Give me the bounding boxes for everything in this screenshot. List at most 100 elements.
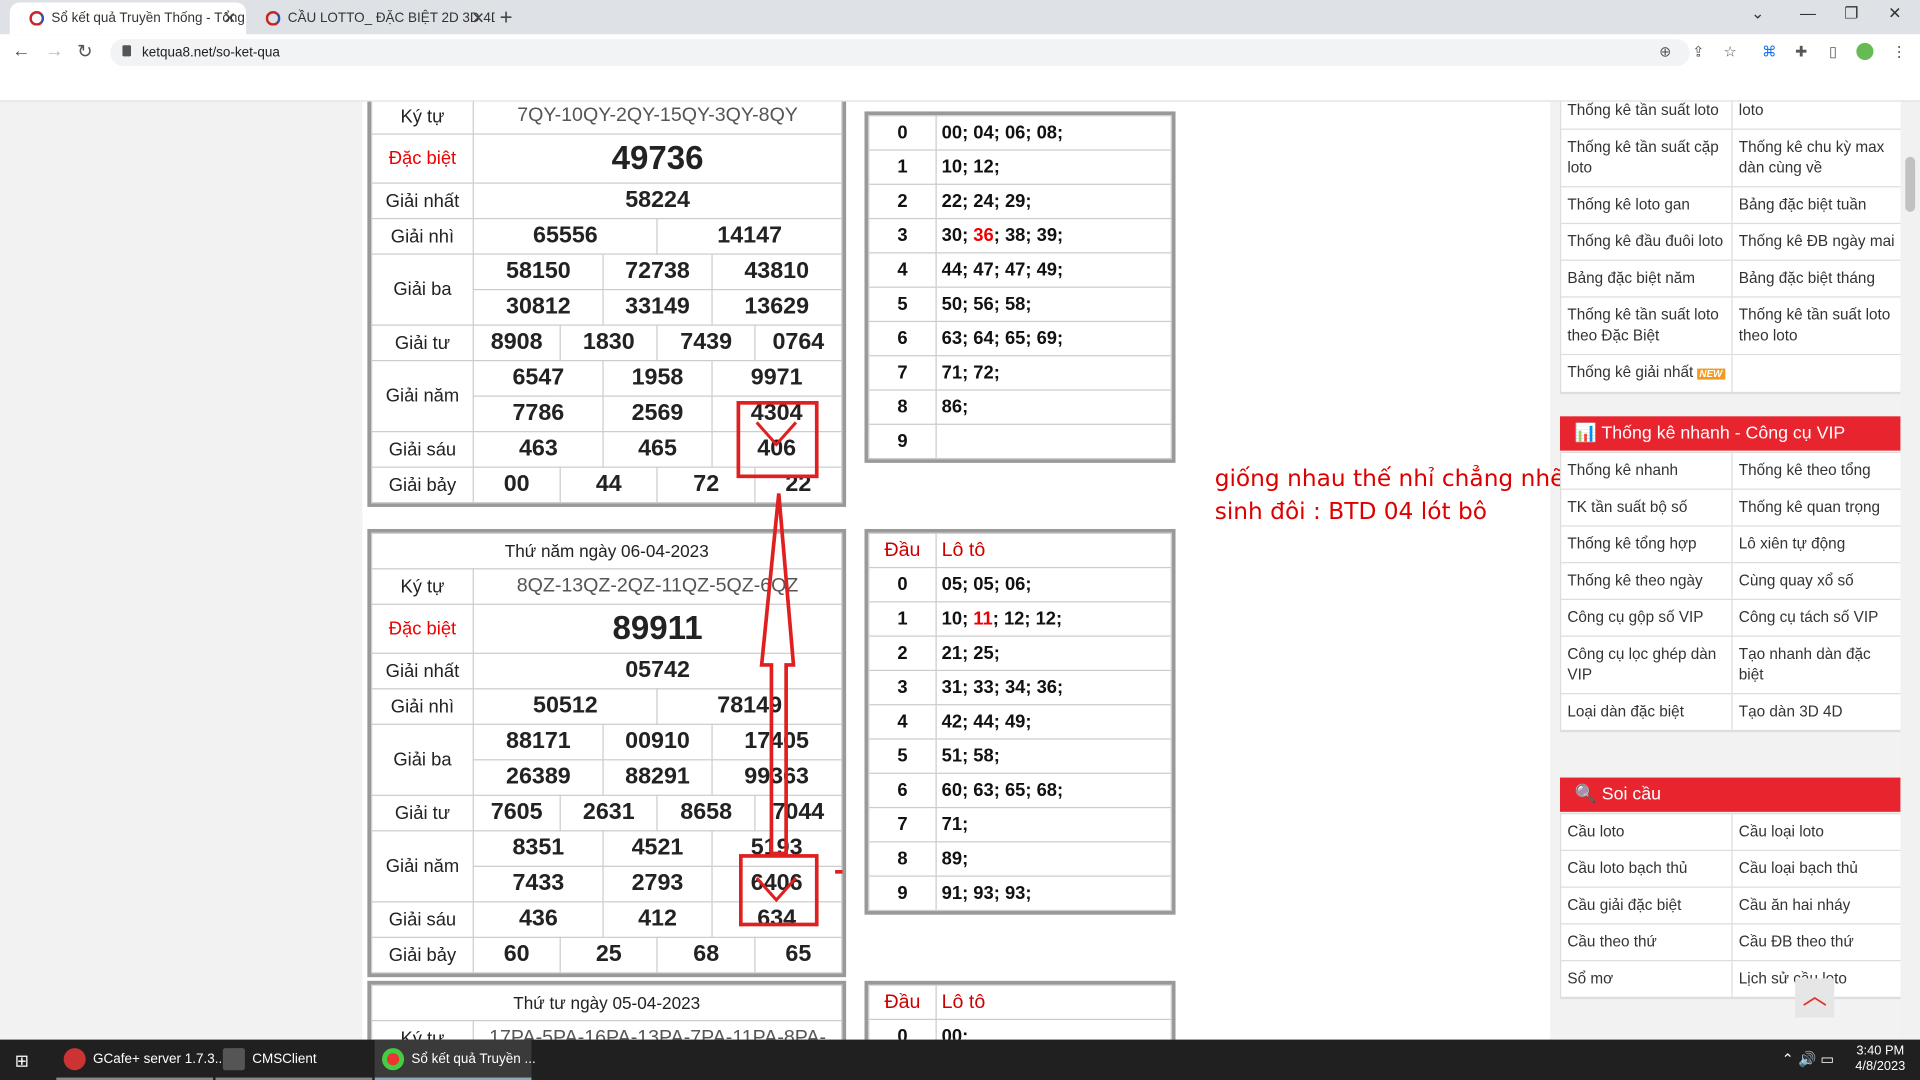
sidebar-link[interactable]: Tạo dàn 3D 4D	[1733, 694, 1905, 730]
g5-value: 1958	[602, 360, 713, 397]
zoom-icon[interactable]: ⊕	[1657, 43, 1674, 60]
tab-cau-lotto[interactable]: CẦU LOTTO_ ĐẶC BIỆT 2D 3D 4D ✕	[246, 2, 495, 34]
loto-head-digit: 7	[868, 806, 937, 843]
vertical-scrollbar[interactable]	[1900, 101, 1920, 1040]
sidebar-link[interactable]: Thống kê tần suất loto theo loto	[1733, 297, 1905, 354]
loto-head-digit: 0	[868, 1018, 937, 1040]
app-label: CMSClient	[252, 1051, 317, 1067]
g7-label: Giải bảy	[371, 466, 474, 504]
g3-value: 99363	[710, 759, 843, 796]
side-panel-icon[interactable]: ▯	[1825, 43, 1842, 60]
taskbar-app-gcafe[interactable]: GCafe+ server 1.7.3...	[56, 1040, 226, 1080]
sidebar-link-label: Loại dàn đặc biệt	[1567, 702, 1684, 721]
sidebar-link[interactable]: Cầu loại loto	[1733, 814, 1905, 850]
sidebar-link[interactable]: Công cụ gộp số VIP	[1561, 600, 1733, 636]
sidebar-link[interactable]: Bảng đặc biệt tháng	[1733, 260, 1905, 297]
sidebar-link[interactable]: Lô xiên tự động	[1733, 526, 1905, 563]
close-window-icon[interactable]: ✕	[1888, 4, 1901, 24]
taskbar-app-cmsclient[interactable]: CMSClient	[215, 1040, 373, 1080]
sidebar-link[interactable]: Thống kê tần suất loto	[1561, 101, 1733, 129]
g4-value: 7605	[472, 794, 561, 832]
site-favicon-icon	[29, 11, 45, 26]
profile-avatar[interactable]	[1856, 42, 1874, 61]
scroll-to-top-button[interactable]: ︿	[1795, 978, 1835, 1018]
sidebar-link[interactable]: Cầu loại bạch thủ	[1733, 851, 1905, 887]
sidebar-link[interactable]: Thống kê nhanh	[1561, 453, 1733, 489]
back-icon[interactable]: ←	[12, 40, 30, 61]
sidebar-link[interactable]: Thống kê tần suất cặp loto	[1561, 129, 1733, 187]
sidebar-link[interactable]: Sổ mơ	[1561, 961, 1733, 997]
sidebar-link[interactable]: loto	[1733, 101, 1905, 129]
sidebar-row: Cầu loto bạch thủ Cầu loại bạch thủ	[1561, 851, 1905, 888]
sidebar-link-label: Bảng đặc biệt tháng	[1738, 269, 1875, 287]
sidebar-link-label: Công cụ gộp số VIP	[1567, 608, 1704, 626]
sidebar-link-label: Thống kê tần suất loto	[1567, 101, 1719, 119]
taskbar-app-chrome[interactable]: Sổ kết quả Truyền ...	[374, 1039, 536, 1080]
loto-values: 10; 12;	[935, 149, 1172, 185]
g6-value: 406	[710, 431, 843, 468]
sidebar-link[interactable]: Thống kê giải nhất NEW	[1561, 355, 1733, 392]
sidebar-link[interactable]: Bảng đặc biệt tuần	[1733, 187, 1905, 223]
sidebar-link[interactable]: Công cụ lọc ghép dàn VIP	[1561, 636, 1733, 694]
sidebar-link[interactable]: Cầu ĐB theo thứ	[1733, 924, 1905, 961]
tab-search-icon[interactable]: ⌄	[1751, 4, 1764, 24]
web-page: Ký tự 7QY-10QY-2QY-15QY-3QY-8QY Đặc biệt 4…	[0, 101, 1920, 1040]
sidebar-link[interactable]: Thống kê tần suất loto theo Đặc Biệt	[1561, 297, 1733, 354]
kytu-label: Ký tự	[371, 1020, 474, 1040]
sidebar-link[interactable]: TK tần suất bộ số	[1561, 489, 1733, 526]
menu-icon[interactable]: ⋮	[1891, 43, 1908, 60]
g3-value: 33149	[602, 288, 713, 326]
sidebar-link[interactable]: Cầu giải đặc biệt	[1561, 887, 1733, 924]
reload-icon[interactable]: ↻	[77, 40, 92, 63]
sidebar-link[interactable]: Công cụ tách số VIP	[1733, 600, 1905, 636]
start-button[interactable]: ⊞	[0, 1040, 49, 1080]
forward-icon[interactable]: →	[45, 40, 63, 61]
kytu-value: 8QZ-13QZ-2QZ-11QZ-5QZ-6QZ	[472, 568, 843, 605]
loto-head-digit: 0	[868, 115, 937, 151]
sidebar-link[interactable]: Thống kê đầu đuôi loto	[1561, 224, 1733, 260]
close-tab-icon[interactable]: ✕	[223, 9, 236, 29]
address-bar[interactable]: ketqua8.net/so-ket-qua	[110, 39, 1690, 67]
bookmark-star-icon[interactable]: ☆	[1722, 43, 1739, 60]
new-tab-icon[interactable]: +	[500, 5, 513, 31]
sidebar-link[interactable]: Thống kê loto gan	[1561, 187, 1733, 223]
loto-values: 22; 24; 29;	[935, 183, 1172, 220]
sidebar-link-label: Cầu theo thứ	[1567, 933, 1657, 951]
sidebar-link[interactable]: Bảng đặc biệt năm	[1561, 260, 1733, 297]
db-value: 89911	[472, 603, 843, 654]
sidebar-row: Thống kê tần suất loto theo Đặc Biệt Thốn…	[1561, 297, 1905, 356]
sidebar-link[interactable]: Cầu loto	[1561, 814, 1733, 850]
sidebar-link[interactable]: Cầu theo thứ	[1561, 924, 1733, 961]
sidebar-link[interactable]: Thống kê chu kỳ max dàn cùng về	[1733, 129, 1905, 187]
sidebar-link[interactable]: Thống kê quan trọng	[1733, 489, 1905, 526]
sidebar-link[interactable]: Thống kê tổng hợp	[1561, 526, 1733, 563]
share-icon[interactable]: ⇪	[1690, 43, 1707, 60]
close-tab-icon[interactable]: ✕	[472, 9, 485, 29]
tab-so-ket-qua[interactable]: Sổ kết quả Truyền Thống - Tổng ✕	[9, 2, 247, 35]
sidebar-link[interactable]: Tạo nhanh dàn đặc biệt	[1733, 636, 1905, 694]
maximize-icon[interactable]: ❐	[1844, 4, 1858, 24]
url-text: ketqua8.net/so-ket-qua	[142, 45, 280, 61]
extensions-icon[interactable]: ✚	[1793, 43, 1810, 60]
sidebar-link[interactable]: Cầu loto bạch thủ	[1561, 851, 1733, 887]
tray-icons[interactable]: ⌃ 🔊 ▭	[1782, 1051, 1835, 1068]
sidebar-link[interactable]: Cầu ăn hai nháy	[1733, 887, 1905, 924]
g6-label: Giải sáu	[371, 431, 474, 468]
sidebar-link[interactable]: Thống kê ĐB ngày mai	[1733, 224, 1905, 260]
translate-icon[interactable]: ⌘	[1761, 43, 1778, 60]
sidebar-link[interactable]: Thống kê theo tổng	[1733, 453, 1905, 489]
g2-value: 78149	[656, 688, 843, 725]
loto-values: 00; 04; 06; 08;	[935, 115, 1172, 151]
sidebar-link[interactable]: Cùng quay xổ số	[1733, 563, 1905, 599]
sidebar-row: Thống kê loto gan Bảng đặc biệt tuần	[1561, 187, 1905, 225]
sidebar-link[interactable]: Thống kê theo ngày	[1561, 563, 1733, 599]
sidebar-link[interactable]: Loại dàn đặc biệt	[1561, 694, 1733, 730]
sidebar-link-label: Thống kê nhanh	[1567, 461, 1679, 479]
loto-values: 31; 33; 34; 36;	[935, 669, 1172, 706]
sidebar-link-label: Cầu loto bạch thủ	[1567, 859, 1688, 877]
loto-values: 51; 58;	[935, 738, 1172, 774]
clock[interactable]: 3:40 PM 4/8/2023	[1855, 1043, 1905, 1075]
minimize-icon[interactable]: —	[1800, 4, 1816, 22]
sidebar-row: Thống kê nhanh Thống kê theo tổng	[1561, 453, 1905, 490]
scrollbar-thumb[interactable]	[1905, 156, 1916, 212]
